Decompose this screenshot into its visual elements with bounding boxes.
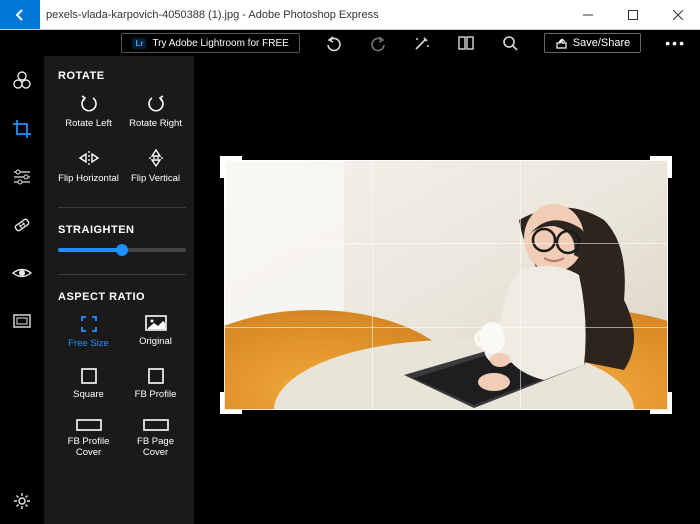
undo-button[interactable] xyxy=(324,33,344,53)
slider-thumb[interactable] xyxy=(116,244,128,256)
original-icon xyxy=(145,315,167,331)
rotate-left-icon xyxy=(78,94,100,112)
compare-button[interactable] xyxy=(456,33,476,53)
aspect-label: FB Profile xyxy=(135,390,177,401)
settings-button[interactable] xyxy=(11,490,33,512)
rotate-right-label: Rotate Right xyxy=(129,118,182,129)
zoom-button[interactable] xyxy=(500,33,520,53)
crop-handle-tl[interactable] xyxy=(220,156,242,178)
corrections-tab[interactable] xyxy=(11,166,33,188)
save-share-label: Save/Share xyxy=(573,37,630,49)
straighten-heading: STRAIGHTEN xyxy=(58,224,186,236)
fb-profile-cover-icon xyxy=(76,419,102,431)
heal-tab[interactable] xyxy=(11,214,33,236)
flip-h-icon xyxy=(78,149,100,167)
minimize-button[interactable] xyxy=(565,0,610,30)
adjust-tab[interactable] xyxy=(11,70,33,92)
photo xyxy=(224,160,668,410)
icon-rail xyxy=(0,56,44,524)
aspect-label: Original xyxy=(139,337,172,348)
title-bar: pexels-vlada-karpovich-4050388 (1).jpg -… xyxy=(0,0,700,30)
aspect-square[interactable]: Square xyxy=(58,368,119,401)
rotate-left-label: Rotate Left xyxy=(65,118,111,129)
aspect-free-size[interactable]: Free Size xyxy=(58,315,119,350)
aspect-heading: ASPECT RATIO xyxy=(58,291,186,303)
crop-handle-bl[interactable] xyxy=(220,392,242,414)
divider xyxy=(58,207,186,208)
crop-frame[interactable] xyxy=(224,160,668,410)
aspect-label: Square xyxy=(73,390,104,401)
flip-h-label: Flip Horizontal xyxy=(58,173,119,184)
lightroom-promo-button[interactable]: Lr Try Adobe Lightroom for FREE xyxy=(121,33,299,53)
more-button[interactable]: ••• xyxy=(665,35,686,51)
aspect-label: FB Profile Cover xyxy=(58,437,119,459)
aspect-original[interactable]: Original xyxy=(125,315,186,350)
fb-profile-icon xyxy=(148,368,164,384)
fb-page-cover-icon xyxy=(143,419,169,431)
rotate-right-icon xyxy=(145,94,167,112)
aspect-label: Free Size xyxy=(68,339,109,350)
canvas[interactable] xyxy=(194,56,700,524)
redeye-tab[interactable] xyxy=(11,262,33,284)
maximize-button[interactable] xyxy=(610,0,655,30)
back-button[interactable] xyxy=(0,0,40,29)
rotate-left-button[interactable]: Rotate Left xyxy=(58,94,119,129)
aspect-fb-page-cover[interactable]: FB Page Cover xyxy=(125,419,186,459)
crop-tab[interactable] xyxy=(11,118,33,140)
flip-horizontal-button[interactable]: Flip Horizontal xyxy=(58,149,119,184)
flip-v-label: Flip Vertical xyxy=(131,173,180,184)
lightroom-promo-label: Try Adobe Lightroom for FREE xyxy=(152,38,288,49)
save-share-button[interactable]: Save/Share xyxy=(544,33,641,53)
rotate-heading: ROTATE xyxy=(58,70,186,82)
square-icon xyxy=(81,368,97,384)
window-controls xyxy=(565,0,700,30)
crop-handle-br[interactable] xyxy=(650,392,672,414)
aspect-fb-profile-cover[interactable]: FB Profile Cover xyxy=(58,419,119,459)
aspect-label: FB Page Cover xyxy=(125,437,186,459)
crop-handle-tr[interactable] xyxy=(650,156,672,178)
divider xyxy=(58,274,186,275)
window-title: pexels-vlada-karpovich-4050388 (1).jpg -… xyxy=(40,9,565,21)
share-icon xyxy=(555,37,568,50)
toolbar: Lr Try Adobe Lightroom for FREE Save/Sha… xyxy=(0,30,700,56)
auto-enhance-button[interactable] xyxy=(412,33,432,53)
flip-vertical-button[interactable]: Flip Vertical xyxy=(125,149,186,184)
border-tab[interactable] xyxy=(11,310,33,332)
crop-panel: ROTATE Rotate Left Rotate Right Flip Hor… xyxy=(44,56,194,524)
straighten-slider[interactable] xyxy=(58,248,186,252)
rotate-right-button[interactable]: Rotate Right xyxy=(125,94,186,129)
close-button[interactable] xyxy=(655,0,700,30)
lightroom-icon: Lr xyxy=(132,38,146,49)
aspect-fb-profile[interactable]: FB Profile xyxy=(125,368,186,401)
redo-button[interactable] xyxy=(368,33,388,53)
free-size-icon xyxy=(80,315,98,333)
flip-v-icon xyxy=(145,149,167,167)
